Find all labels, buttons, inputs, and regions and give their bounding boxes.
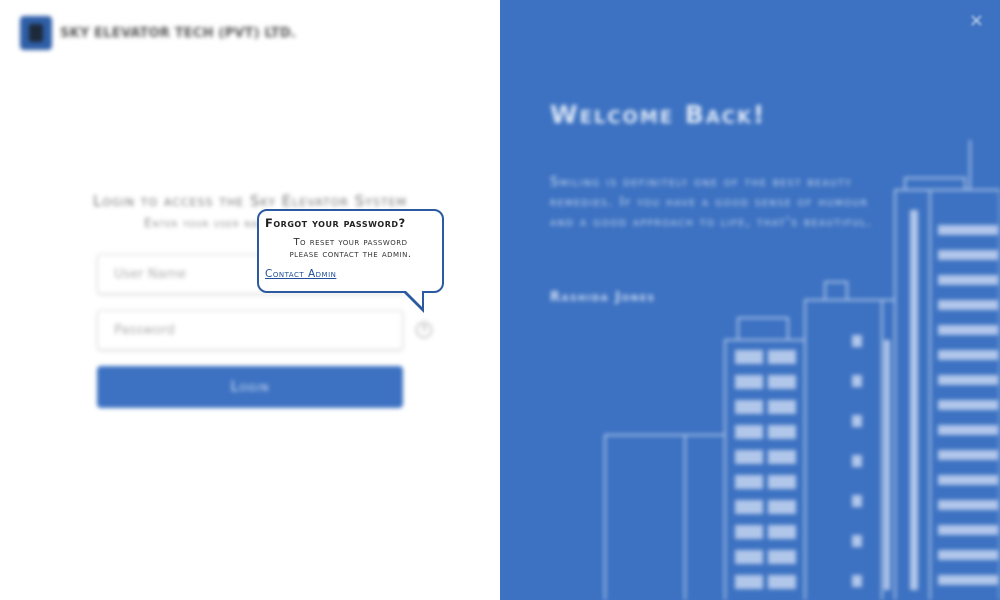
brand-name: SKY ELEVATOR TECH (PVT) LTD.: [60, 25, 296, 41]
password-input[interactable]: [98, 311, 402, 349]
tooltip-tail-inner: [405, 290, 422, 307]
password-field[interactable]: [97, 310, 403, 350]
tooltip-body: To reset your password please contact th…: [265, 237, 436, 261]
quote-author: Rashida Jones: [550, 290, 656, 305]
tooltip-body-line2: please contact the admin.: [289, 249, 412, 260]
help-icon[interactable]: ?: [416, 322, 432, 338]
login-panel: SKY ELEVATOR TECH (PVT) LTD. Login to ac…: [0, 0, 500, 600]
welcome-quote: Smiling is definitely one of the best be…: [550, 175, 873, 230]
welcome-heading: Welcome Back!: [550, 100, 767, 129]
elevator-logo-icon: [20, 16, 52, 50]
login-button[interactable]: Login: [97, 366, 403, 408]
brand-logo: SKY ELEVATOR TECH (PVT) LTD.: [20, 16, 296, 50]
welcome-panel: × Welcome Back! Smiling is definitely on…: [500, 0, 1000, 600]
forgot-password-tooltip: Forgot your password? To reset your pass…: [257, 209, 444, 313]
tooltip-body-line1: To reset your password: [293, 237, 408, 248]
contact-admin-link[interactable]: Contact Admin: [265, 268, 336, 280]
login-title: Login to access the Sky Elevator System: [92, 192, 408, 210]
tooltip-title: Forgot your password?: [265, 216, 406, 230]
close-icon[interactable]: ×: [969, 10, 984, 31]
